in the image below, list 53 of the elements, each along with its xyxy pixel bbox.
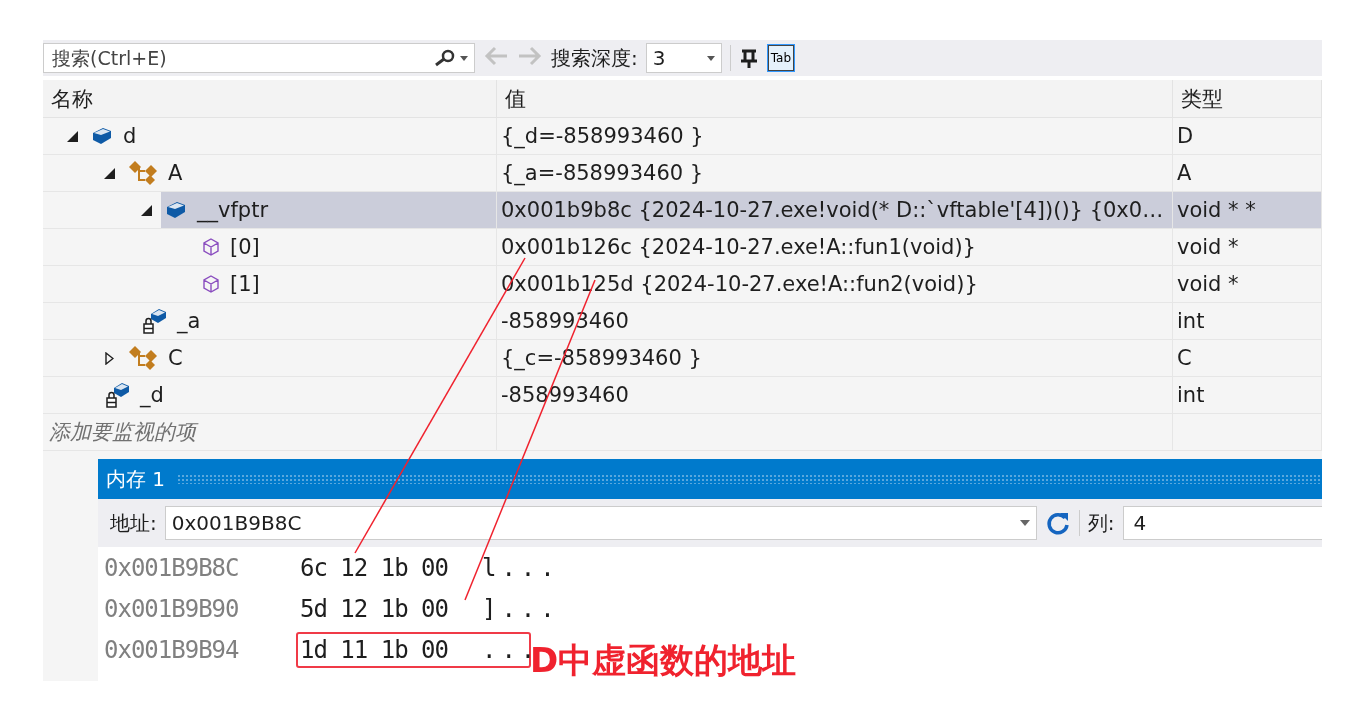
variable-name: __vfptr	[197, 198, 269, 222]
column-header[interactable]: 名称	[43, 80, 497, 118]
variable-name: A	[168, 161, 183, 185]
variable-name: _a	[177, 309, 201, 333]
type-cell: D	[1173, 118, 1322, 155]
class-hierarchy-icon	[128, 160, 158, 186]
type-cell: void * *	[1173, 192, 1322, 229]
value-cell: {_d=-858993460 }	[497, 118, 1173, 155]
columns-label: 列:	[1087, 509, 1115, 537]
search-depth-label: 搜索深度:	[551, 44, 638, 72]
caret-icon	[1019, 520, 1030, 526]
memory-bytes: 6c 12 1b 00	[300, 553, 448, 582]
value-cell: 0x001b126c {2024-10-27.exe!A::fun1(void)}	[497, 229, 1173, 266]
object-icon	[91, 127, 113, 145]
variable-name: d	[123, 124, 137, 148]
variable-name: C	[168, 346, 183, 370]
refresh-icon[interactable]	[1044, 510, 1071, 536]
column-header[interactable]: 类型	[1173, 80, 1322, 118]
address-label: 地址:	[110, 509, 157, 537]
variable-name: [1]	[230, 272, 260, 296]
locked-field-icon	[106, 382, 130, 408]
search-icon	[434, 49, 456, 67]
memory-address: 0x001B9B94	[104, 635, 240, 664]
locked-field-icon	[143, 308, 167, 334]
object-icon	[165, 201, 187, 219]
memory-address: 0x001B9B8C	[104, 553, 240, 582]
value-cell: 0x001b9b8c {2024-10-27.exe!void(* D::`vftable'[4])()} {0x0…	[497, 192, 1173, 229]
address-field[interactable]: 0x001B9B8C	[164, 506, 1037, 540]
class-hierarchy-icon	[128, 345, 158, 371]
search-depth-dropdown[interactable]: 3	[645, 43, 722, 73]
memory-chars: l...	[481, 553, 560, 582]
type-cell: int	[1173, 303, 1322, 340]
search-field[interactable]: 搜索(Ctrl+E)	[50, 46, 430, 70]
type-cell: int	[1173, 377, 1322, 414]
caret-icon	[460, 55, 468, 61]
memory-address: 0x001B9B90	[104, 594, 240, 623]
memory-chars: ]...	[481, 594, 560, 623]
variable-name: _d	[140, 383, 164, 407]
type-cell: void *	[1173, 229, 1322, 266]
search-box[interactable]: 搜索(Ctrl+E)	[43, 43, 475, 73]
type-cell: C	[1173, 340, 1322, 377]
columns-field[interactable]: 4	[1122, 506, 1322, 540]
cube-icon	[202, 238, 220, 256]
column-header[interactable]: 值	[497, 80, 1173, 118]
caret-icon	[706, 55, 715, 61]
cube-icon	[202, 275, 220, 293]
tab-toggle-button[interactable]: Tab	[766, 44, 796, 72]
memory-bytes: 1d 11 1b 00	[300, 635, 448, 664]
pin-icon[interactable]	[738, 47, 759, 69]
type-cell: void *	[1173, 266, 1322, 303]
memory-window-title: 内存 1	[106, 465, 166, 493]
variable-name: [0]	[230, 235, 260, 259]
memory-bytes: 5d 12 1b 00	[300, 594, 448, 623]
